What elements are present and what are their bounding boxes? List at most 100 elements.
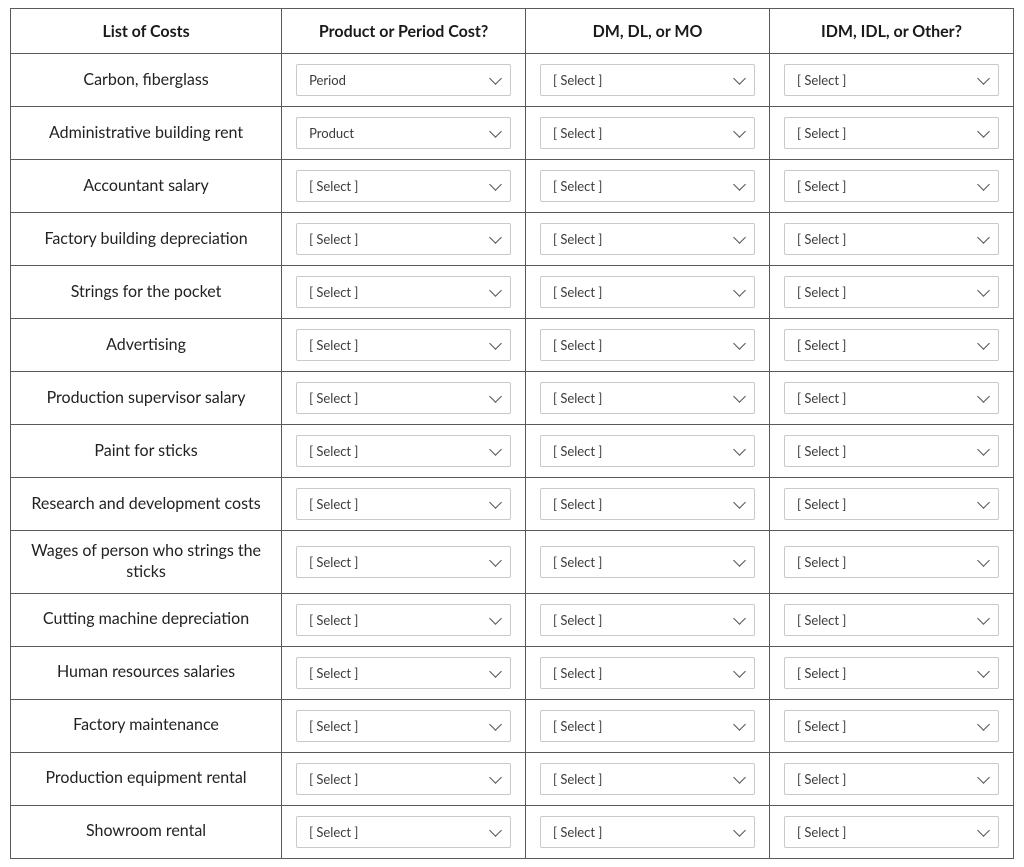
select-cell: [ Select ] — [770, 54, 1014, 107]
table-row: Human resources salaries[ Select ][ Sele… — [11, 646, 1014, 699]
select-cell: [ Select ] — [770, 425, 1014, 478]
select-cell: [ Select ] — [526, 266, 770, 319]
select-value: [ Select ] — [797, 337, 846, 353]
select-value: [ Select ] — [553, 554, 602, 570]
idm-idl-other-select[interactable]: [ Select ] — [784, 816, 999, 848]
idm-idl-other-select[interactable]: [ Select ] — [784, 435, 999, 467]
dm-dl-mo-select[interactable]: [ Select ] — [540, 64, 755, 96]
select-cell: [ Select ] — [526, 107, 770, 160]
idm-idl-other-select[interactable]: [ Select ] — [784, 64, 999, 96]
product-period-select[interactable]: Period — [296, 64, 511, 96]
select-value: [ Select ] — [553, 178, 602, 194]
dm-dl-mo-select[interactable]: [ Select ] — [540, 223, 755, 255]
select-cell: [ Select ] — [770, 372, 1014, 425]
idm-idl-other-select[interactable]: [ Select ] — [784, 223, 999, 255]
select-value: Period — [309, 72, 346, 88]
dm-dl-mo-select[interactable]: [ Select ] — [540, 657, 755, 689]
dm-dl-mo-select[interactable]: [ Select ] — [540, 488, 755, 520]
select-value: [ Select ] — [553, 125, 602, 141]
header-product-period: Product or Period Cost? — [282, 9, 526, 54]
table-row: Showroom rental[ Select ][ Select ][ Sel… — [11, 805, 1014, 858]
product-period-select[interactable]: [ Select ] — [296, 435, 511, 467]
product-period-select[interactable]: [ Select ] — [296, 170, 511, 202]
table-row: Accountant salary[ Select ][ Select ][ S… — [11, 160, 1014, 213]
dm-dl-mo-select[interactable]: [ Select ] — [540, 435, 755, 467]
select-cell: [ Select ] — [282, 372, 526, 425]
idm-idl-other-select[interactable]: [ Select ] — [784, 488, 999, 520]
select-value: Product — [309, 125, 354, 141]
idm-idl-other-select[interactable]: [ Select ] — [784, 117, 999, 149]
product-period-select[interactable]: Product — [296, 117, 511, 149]
dm-dl-mo-select[interactable]: [ Select ] — [540, 763, 755, 795]
idm-idl-other-select[interactable]: [ Select ] — [784, 276, 999, 308]
cost-label: Paint for sticks — [11, 425, 282, 478]
select-cell: [ Select ] — [770, 593, 1014, 646]
select-cell: [ Select ] — [770, 319, 1014, 372]
product-period-select[interactable]: [ Select ] — [296, 546, 511, 578]
product-period-select[interactable]: [ Select ] — [296, 604, 511, 636]
product-period-select[interactable]: [ Select ] — [296, 763, 511, 795]
idm-idl-other-select[interactable]: [ Select ] — [784, 382, 999, 414]
select-cell: [ Select ] — [282, 805, 526, 858]
select-cell: [ Select ] — [526, 478, 770, 531]
select-value: [ Select ] — [797, 496, 846, 512]
product-period-select[interactable]: [ Select ] — [296, 329, 511, 361]
product-period-select[interactable]: [ Select ] — [296, 710, 511, 742]
select-cell: [ Select ] — [770, 160, 1014, 213]
table-row: Administrative building rentProduct[ Sel… — [11, 107, 1014, 160]
idm-idl-other-select[interactable]: [ Select ] — [784, 604, 999, 636]
dm-dl-mo-select[interactable]: [ Select ] — [540, 546, 755, 578]
select-cell: [ Select ] — [282, 266, 526, 319]
select-cell: [ Select ] — [770, 646, 1014, 699]
idm-idl-other-select[interactable]: [ Select ] — [784, 710, 999, 742]
dm-dl-mo-select[interactable]: [ Select ] — [540, 170, 755, 202]
dm-dl-mo-select[interactable]: [ Select ] — [540, 816, 755, 848]
select-value: [ Select ] — [553, 718, 602, 734]
select-value: [ Select ] — [553, 665, 602, 681]
select-value: [ Select ] — [309, 390, 358, 406]
select-value: [ Select ] — [309, 612, 358, 628]
select-value: [ Select ] — [553, 390, 602, 406]
table-row: Strings for the pocket[ Select ][ Select… — [11, 266, 1014, 319]
select-value: [ Select ] — [309, 665, 358, 681]
header-dm-dl-mo: DM, DL, or MO — [526, 9, 770, 54]
select-value: [ Select ] — [309, 443, 358, 459]
select-cell: [ Select ] — [282, 319, 526, 372]
dm-dl-mo-select[interactable]: [ Select ] — [540, 382, 755, 414]
product-period-select[interactable]: [ Select ] — [296, 276, 511, 308]
select-value: [ Select ] — [797, 390, 846, 406]
select-value: [ Select ] — [309, 824, 358, 840]
product-period-select[interactable]: [ Select ] — [296, 816, 511, 848]
select-value: [ Select ] — [309, 337, 358, 353]
select-cell: [ Select ] — [526, 54, 770, 107]
cost-label: Production equipment rental — [11, 752, 282, 805]
select-value: [ Select ] — [553, 824, 602, 840]
select-value: [ Select ] — [797, 125, 846, 141]
select-value: [ Select ] — [553, 231, 602, 247]
select-value: [ Select ] — [797, 284, 846, 300]
table-row: Research and development costs[ Select ]… — [11, 478, 1014, 531]
table-row: Production equipment rental [ Select ] [ S… — [11, 752, 1014, 805]
product-period-select[interactable]: [ Select ] — [296, 223, 511, 255]
dm-dl-mo-select[interactable]: [ Select ] — [540, 276, 755, 308]
product-period-select[interactable]: [ Select ] — [296, 488, 511, 520]
product-period-select[interactable]: [ Select ] — [296, 657, 511, 689]
dm-dl-mo-select[interactable]: [ Select ] — [540, 329, 755, 361]
product-period-select[interactable]: [ Select ] — [296, 382, 511, 414]
idm-idl-other-select[interactable]: [ Select ] — [784, 546, 999, 578]
table-row: Factory maintenance[ Select ][ Select ][… — [11, 699, 1014, 752]
select-cell: [ Select ] — [770, 478, 1014, 531]
select-value: [ Select ] — [309, 718, 358, 734]
idm-idl-other-select[interactable]: [ Select ] — [784, 657, 999, 689]
idm-idl-other-select[interactable]: [ Select ] — [784, 329, 999, 361]
select-cell: [ Select ] — [282, 646, 526, 699]
dm-dl-mo-select[interactable]: [ Select ] — [540, 604, 755, 636]
select-cell: [ Select ] — [526, 531, 770, 594]
select-cell: [ Select ] — [282, 752, 526, 805]
header-idm-idl-other: IDM, IDL, or Other? — [770, 9, 1014, 54]
dm-dl-mo-select[interactable]: [ Select ] — [540, 710, 755, 742]
dm-dl-mo-select[interactable]: [ Select ] — [540, 117, 755, 149]
idm-idl-other-select[interactable]: [ Select ] — [784, 170, 999, 202]
idm-idl-other-select[interactable]: [ Select ] — [784, 763, 999, 795]
table-row: Cutting machine depreciation[ Select ][ … — [11, 593, 1014, 646]
